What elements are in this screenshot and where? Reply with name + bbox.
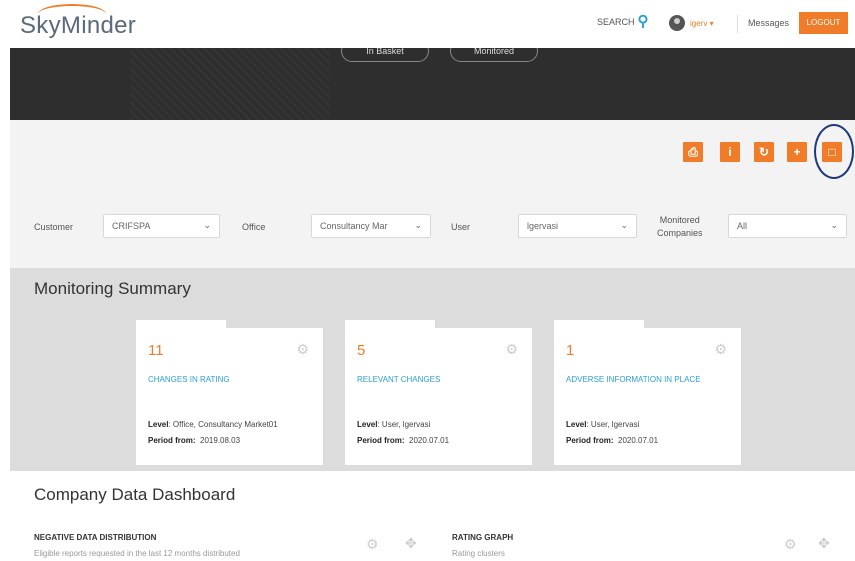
add-icon[interactable]: + [787,142,807,162]
divider [737,15,738,33]
summary-card[interactable]: 5 ⚙ RELEVANT CHANGES Level: User, lgerva… [345,320,532,465]
card-tab [345,320,435,330]
highlight-ring [814,124,854,179]
section-title: Company Data Dashboard [34,485,236,504]
chevron-down-icon: ⌄ [414,220,422,230]
customer-label: Customer [34,222,74,232]
chevron-down-icon: ⌄ [203,220,211,230]
customer-value: CRIFSPA [112,221,151,231]
widget-title: RATING GRAPH [452,533,514,542]
card-period: Period from: 2019.08.03 [148,436,240,445]
monitored-companies-label: Monitored Companies [657,214,703,240]
avatar[interactable] [669,15,685,31]
card-period: Period from: 2020.07.01 [357,436,449,445]
map-texture [130,48,330,120]
monitored-label-line1: Monitored [659,215,700,225]
search-label: SEARCH [597,17,635,27]
widget-subtitle: Rating clusters [452,549,505,558]
gear-icon[interactable]: ⚙ [366,536,379,553]
level-label: Level [148,420,169,429]
monitored-value: All [737,221,748,231]
period-label: Period from: [148,436,196,445]
card-tab [136,320,226,330]
in-basket-tab[interactable]: In Basket [341,48,429,62]
user-label: User [451,222,471,232]
user-menu[interactable]: igerv ▾ [690,19,714,28]
user-value: lgervasi [527,221,559,231]
summary-card[interactable]: 11 ⚙ CHANGES IN RATING Level: Office, Co… [136,320,323,465]
search-icon: ⚲ [637,13,649,30]
level-label: Level [566,420,587,429]
card-count: 1 [566,342,575,359]
office-select[interactable]: Consultancy Mar ⌄ [311,214,431,238]
period-value: 2020.07.01 [409,436,450,445]
logo[interactable]: SkyMinder [20,12,136,40]
office-label: Office [242,222,266,232]
card-count: 5 [357,342,366,359]
refresh-icon[interactable]: ↻ [754,142,774,162]
messages-link[interactable]: Messages [748,18,789,28]
period-value: 2019.08.03 [200,436,241,445]
summary-card[interactable]: 1 ⚙ ADVERSE INFORMATION IN PLACE Level: … [554,320,741,465]
card-period: Period from: 2020.07.01 [566,436,658,445]
card-level: Level: User, lgervasi [357,420,430,429]
hero-banner: In Basket Monitored [10,48,855,120]
card-count: 11 [148,342,164,359]
gear-icon[interactable]: ⚙ [505,341,518,358]
widget-title: NEGATIVE DATA DISTRIBUTION [34,533,157,542]
period-label: Period from: [566,436,614,445]
widget-subtitle: Eligible reports requested in the last 1… [34,549,240,558]
period-value: 2020.07.01 [618,436,659,445]
customer-select[interactable]: CRIFSPA ⌄ [103,214,220,238]
level-label: Level [357,420,378,429]
logout-button[interactable]: LOGOUT [799,12,848,34]
search-button[interactable]: SEARCH ⚲ [597,13,649,30]
chevron-down-icon: ⌄ [620,220,628,230]
card-tab [554,320,644,330]
gear-icon[interactable]: ⚙ [714,341,727,358]
move-icon[interactable]: ✥ [818,535,830,552]
period-label: Period from: [357,436,405,445]
chevron-down-icon: ⌄ [830,220,838,230]
monitored-select[interactable]: All ⌄ [728,214,847,238]
gear-icon[interactable]: ⚙ [784,536,797,553]
monitored-label-line2: Companies [657,228,703,238]
monitored-tab[interactable]: Monitored [450,48,538,62]
card-level: Level: Office, Consultancy Market01 [148,420,278,429]
card-title-link[interactable]: RELEVANT CHANGES [357,375,440,384]
top-bar: SkyMinder SEARCH ⚲ igerv ▾ Messages LOGO… [0,0,855,48]
print-icon[interactable]: ⎙ [683,142,703,162]
card-title-link[interactable]: ADVERSE INFORMATION IN PLACE [566,375,701,384]
user-select[interactable]: lgervasi ⌄ [518,214,637,238]
level-value: : User, lgervasi [377,420,431,429]
level-value: : Office, Consultancy Market01 [168,420,278,429]
gear-icon[interactable]: ⚙ [296,341,309,358]
info-icon[interactable]: i [720,142,740,162]
section-title: Monitoring Summary [34,279,191,298]
card-title-link[interactable]: CHANGES IN RATING [148,375,230,384]
card-level: Level: User, lgervasi [566,420,639,429]
level-value: : User, lgervasi [586,420,640,429]
move-icon[interactable]: ✥ [405,535,417,552]
office-value: Consultancy Mar [320,221,388,231]
